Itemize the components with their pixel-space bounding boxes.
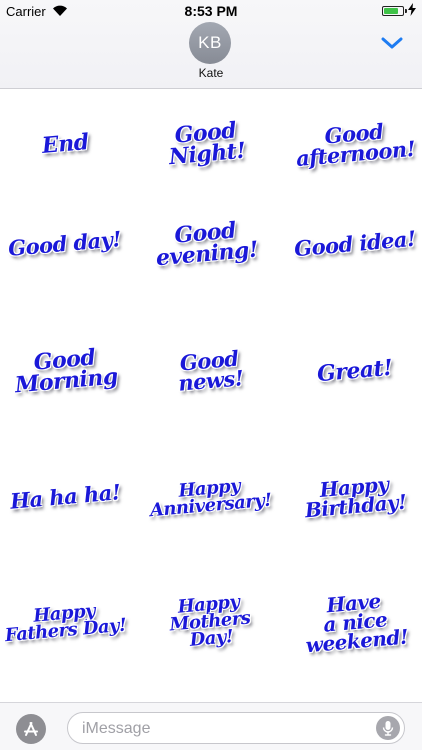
sticker[interactable]: Good day! — [0, 189, 130, 299]
sticker-label: Good news! — [177, 345, 245, 396]
sticker-label: Good evening! — [154, 217, 259, 272]
sticker[interactable]: Happy Fathers Day! — [0, 567, 130, 677]
dictation-button[interactable] — [376, 716, 400, 740]
sticker[interactable]: Have a nice weekend! — [290, 567, 420, 677]
sticker[interactable]: Happy Birthday! — [290, 442, 420, 552]
sticker[interactable]: Ha ha ha! — [0, 442, 130, 552]
sticker-label: Good idea! — [293, 225, 417, 262]
app-store-button[interactable] — [16, 714, 46, 744]
sticker-label: Happy Fathers Day! — [4, 600, 128, 647]
sticker-grid: End Good Night! Good afternoon! Good day… — [0, 89, 422, 701]
chevron-down-icon — [381, 37, 403, 49]
battery-icon — [382, 6, 407, 16]
message-input-bar — [0, 702, 422, 750]
sticker-label: Great! — [316, 354, 394, 387]
message-input[interactable] — [80, 713, 364, 745]
sticker-label: Good Night! — [167, 117, 247, 171]
sticker[interactable]: Good Morning — [0, 316, 130, 426]
sticker-label: Happy Birthday! — [304, 472, 408, 523]
microphone-icon — [382, 721, 394, 736]
avatar[interactable]: KB — [189, 22, 231, 64]
sticker[interactable]: Great! — [290, 316, 420, 426]
sticker-label: Happy Mothers Day! — [168, 591, 252, 652]
app-store-icon — [24, 722, 38, 736]
sticker-label: Ha ha ha! — [8, 479, 122, 514]
sticker-label: End — [40, 128, 90, 159]
sticker-label: Have a nice weekend! — [304, 588, 409, 657]
sticker-label: Good day! — [7, 226, 123, 261]
bolt-icon — [408, 3, 416, 16]
sticker[interactable]: Good afternoon! — [290, 89, 420, 199]
sticker-label: Good afternoon! — [295, 118, 417, 172]
sticker[interactable]: Good news! — [145, 316, 275, 426]
sticker[interactable]: Good evening! — [141, 189, 271, 299]
sticker[interactable]: Happy Anniversary! — [145, 442, 275, 552]
status-bar: Carrier 8:53 PM — [0, 0, 422, 22]
sticker[interactable]: Good idea! — [290, 189, 420, 299]
message-field[interactable] — [67, 712, 405, 745]
sticker-label: Happy Anniversary! — [149, 475, 273, 522]
sticker[interactable]: Happy Mothers Day! — [145, 567, 275, 677]
conversation-header: Carrier 8:53 PM KB Kate — [0, 0, 422, 89]
contact-name[interactable]: Kate — [0, 66, 422, 80]
sticker[interactable]: End — [0, 89, 130, 199]
sticker[interactable]: Good Night! — [141, 89, 271, 199]
collapse-button[interactable] — [378, 32, 406, 54]
status-time: 8:53 PM — [184, 3, 238, 19]
sticker-label: Good Morning — [13, 344, 119, 399]
